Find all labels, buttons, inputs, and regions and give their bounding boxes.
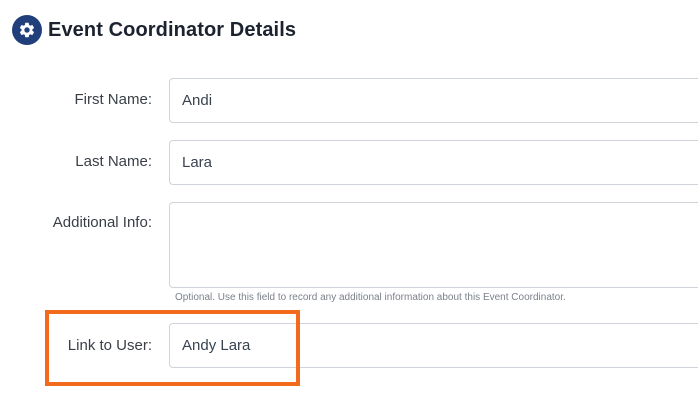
page-title: Event Coordinator Details [48,18,297,41]
additional-info-help-text: Optional. Use this field to record any a… [175,292,566,303]
link-to-user-value: Andy Lara [182,337,251,354]
first-name-label: First Name: [74,91,152,108]
link-to-user-input[interactable]: Andy Lara [169,323,698,368]
first-name-input[interactable]: Andi [169,78,698,123]
last-name-value: Lara [182,154,213,171]
link-to-user-label: Link to User: [67,337,152,354]
first-name-value: Andi [182,92,213,109]
additional-info-label: Additional Info: [52,214,152,231]
section-header: Event Coordinator Details [12,15,296,45]
last-name-label: Last Name: [75,153,152,170]
event-coordinator-details-page: Event Coordinator Details First Name: An… [0,0,698,397]
last-name-input[interactable]: Lara [169,140,698,185]
gear-icon [12,15,42,45]
additional-info-textarea[interactable] [169,202,698,288]
